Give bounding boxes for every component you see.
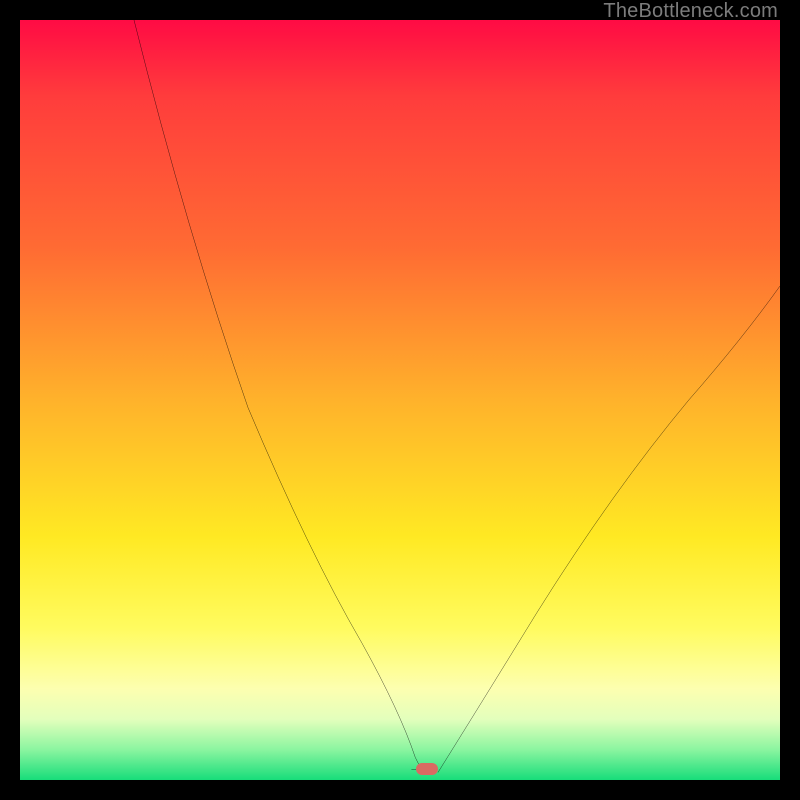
plot-area: [20, 20, 780, 780]
bottleneck-curve: [20, 20, 780, 780]
curve-right-branch: [438, 286, 780, 772]
chart-frame: TheBottleneck.com: [0, 0, 800, 800]
curve-left-branch: [134, 20, 423, 772]
bottleneck-marker: [416, 763, 438, 775]
watermark-text: TheBottleneck.com: [603, 0, 778, 23]
